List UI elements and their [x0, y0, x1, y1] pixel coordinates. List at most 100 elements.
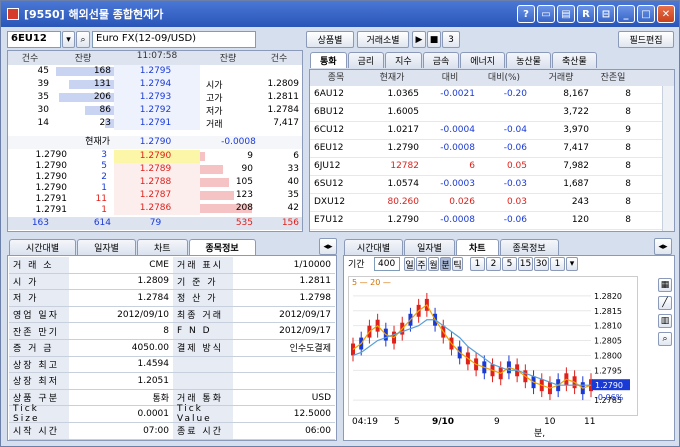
chart-panel: 기간 400 일주월분틱 1 2 5 15 30 1 ▾ 1.2820 1.2815 1.281… [343, 255, 675, 441]
market-row[interactable]: 6CU12 1.0217 -0.0004 -0.04 3,970 9 [310, 122, 662, 140]
minimize-icon[interactable]: _ [617, 5, 635, 23]
bid-row[interactable]: 1.2790 9 6 [114, 150, 302, 163]
chart-tool-icon[interactable]: ▦ [658, 278, 672, 292]
current-price-row: 현재가 1.2790 -0.0008 [8, 136, 302, 149]
minute-button[interactable]: 2 [486, 257, 501, 271]
print-icon[interactable]: ▤ [557, 5, 575, 23]
symbol-code-input[interactable]: 6EU12 [7, 31, 61, 48]
x-axis-label: 04:19 [352, 417, 378, 427]
hoga-header: 건수 잔량 11:07:58 잔량 건수 [8, 51, 302, 65]
info-nav-arrows[interactable]: ◂▸ [319, 238, 337, 255]
minute-button[interactable]: 30 [534, 257, 549, 271]
count-button[interactable]: 3 [442, 31, 460, 48]
minute-button[interactable]: 1 [550, 257, 565, 271]
info-tab[interactable]: 일자별 [77, 239, 136, 255]
symbol-search-icon[interactable]: ⌕ [76, 31, 90, 48]
y-axis-label: 1.2810 [594, 322, 622, 331]
play-icon[interactable]: ▶ [412, 31, 426, 48]
close-icon[interactable]: ✕ [657, 5, 675, 23]
ask-row[interactable]: 39 131 1.2794 [8, 78, 200, 91]
market-row[interactable]: E7U12 1.2790 -0.0008 -0.06 120 8 [310, 212, 662, 230]
ask-row[interactable]: 35 206 1.2793 [8, 91, 200, 104]
interval-button[interactable]: 일 [404, 257, 415, 271]
trade-row: 1.2790 5 [35, 161, 108, 171]
chart-tab[interactable]: 차트 [455, 239, 499, 255]
minute-button[interactable]: 1 [470, 257, 485, 271]
zoom-icon[interactable]: ⌕ [658, 332, 672, 346]
chart-tab[interactable]: 일자별 [404, 239, 455, 255]
interval-button[interactable]: 틱 [452, 257, 463, 271]
window-icon[interactable]: ▭ [537, 5, 555, 23]
market-row[interactable]: 6SU12 1.0574 -0.0003 -0.03 1,687 8 [310, 176, 662, 194]
ask-row[interactable]: 14 23 1.2791 [8, 117, 200, 130]
market-tab[interactable]: 금리 [347, 52, 385, 68]
minute-button[interactable]: 15 [518, 257, 533, 271]
trade-row: 1.2790 1 [35, 183, 108, 193]
interval-button[interactable]: 주 [416, 257, 427, 271]
bid-row[interactable]: 1.2788 105 40 [114, 176, 302, 189]
stop-icon[interactable]: ■ [427, 31, 441, 48]
market-tab[interactable]: 금속 [422, 52, 460, 68]
info-row: 잔존 만기 8 F N D 2012/09/17 [9, 323, 335, 340]
app-icon [7, 8, 19, 20]
y-axis-label: 1.2805 [594, 337, 622, 346]
hoga-panel: 건수 잔량 11:07:58 잔량 건수 45 168 1.2795 39 131 1.2… [7, 50, 303, 232]
x-axis-label: 11 [584, 417, 596, 427]
market-tab[interactable]: 통화 [310, 52, 347, 68]
chart-legend: 5 — 20 — [352, 278, 391, 287]
info-panel: 거 래 소 CME 거래 표시 1/10000 시 가 1.2809 기 준 가 1.2811… [7, 255, 337, 441]
info-row: 시 가 1.2809 기 준 가 1.2811 [9, 273, 335, 291]
r-icon[interactable]: R [577, 5, 595, 23]
side-info-row: 시가 1.2809 [206, 79, 299, 91]
bid-row[interactable]: 1.2789 90 33 [114, 163, 302, 176]
bid-row[interactable]: 1.2786 208 42 [114, 202, 302, 215]
chart-tab[interactable]: 종목정보 [499, 239, 559, 255]
help-icon[interactable]: ? [517, 5, 535, 23]
info-row: Tick Size 0.0001 Tick Value 12.5000 [9, 404, 335, 424]
hoga-totals-row: 163 614 79 535 156 [8, 217, 302, 230]
info-tab[interactable]: 시간대별 [9, 239, 77, 255]
info-tab[interactable]: 차트 [136, 239, 188, 255]
market-header: 종목 현재가 대비 대비(%) 거래량 잔존일 [310, 70, 674, 86]
bar-tool-icon[interactable]: ▥ [658, 314, 672, 328]
info-row: 영업 일자 2012/09/10 최종 거래 2012/09/17 [9, 306, 335, 324]
interval-button[interactable]: 월 [428, 257, 439, 271]
market-row[interactable]: 6EU12 1.2790 -0.0008 -0.06 7,417 8 [310, 140, 662, 158]
maximize-icon[interactable]: □ [637, 5, 655, 23]
symbol-name-field: Euro FX(12-09/USD) [92, 31, 256, 48]
minute-dropdown-icon[interactable]: ▾ [566, 257, 578, 271]
ask-row[interactable]: 30 86 1.2792 [8, 104, 200, 117]
title-bar[interactable]: [9550] 해외선물 종합현재가 ? ▭ ▤ R ⊟ _ □ ✕ [1, 1, 679, 27]
chart-nav-arrows[interactable]: ◂▸ [654, 238, 672, 255]
market-tab[interactable]: 지수 [385, 52, 422, 68]
symbol-dropdown-icon[interactable]: ▾ [62, 31, 75, 48]
info-tab[interactable]: 종목정보 [188, 239, 256, 255]
by-product-button[interactable]: 상품별 [306, 31, 354, 48]
trade-row: 1.2790 3 [35, 150, 108, 160]
market-row[interactable]: DXU12 80.260 0.026 0.03 243 8 [310, 194, 662, 212]
market-tab[interactable]: 농산물 [506, 52, 551, 68]
ask-row[interactable]: 45 168 1.2795 [8, 65, 200, 78]
market-tab[interactable]: 축산물 [551, 52, 597, 68]
main-window: [9550] 해외선물 종합현재가 ? ▭ ▤ R ⊟ _ □ ✕ 6EU12 … [0, 0, 680, 447]
interval-button[interactable]: 분 [440, 257, 451, 271]
price-chart[interactable]: 1.2820 1.2815 1.2810 1.2805 1.2800 1.2795 1.27… [348, 276, 638, 416]
side-info-row: 저가 1.2784 [206, 105, 299, 117]
market-tab[interactable]: 에너지 [460, 52, 506, 68]
market-row[interactable]: 6BU12 1.6005 3,722 8 [310, 104, 662, 122]
period-input[interactable]: 400 [374, 257, 400, 271]
current-label: 현재가 [85, 137, 110, 147]
field-edit-button[interactable]: 필드편집 [618, 31, 674, 48]
chart-tabs: 시간대별 일자별 차트 종목정보 [344, 239, 559, 255]
info-tabs: 시간대별 일자별 차트 종목정보 [9, 239, 256, 255]
market-row[interactable]: 6AU12 1.0365 -0.0021 -0.20 8,167 8 [310, 86, 662, 104]
chart-tab[interactable]: 시간대별 [344, 239, 404, 255]
line-tool-icon[interactable]: ╱ [658, 296, 672, 310]
link-icon[interactable]: ⊟ [597, 5, 615, 23]
trade-row: 1.2791 11 [35, 194, 108, 204]
market-scrollbar[interactable] [662, 86, 674, 231]
bid-row[interactable]: 1.2787 123 35 [114, 189, 302, 202]
by-exchange-button[interactable]: 거래소별 [357, 31, 409, 48]
market-row[interactable]: 6JU12 12782 6 0.05 7,982 8 [310, 158, 662, 176]
minute-button[interactable]: 5 [502, 257, 517, 271]
